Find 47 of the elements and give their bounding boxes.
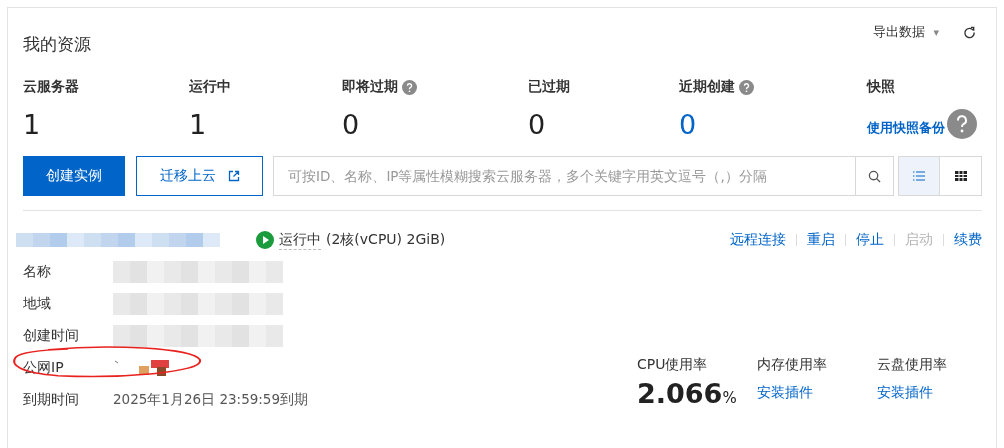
- help-icon[interactable]: [402, 79, 417, 95]
- action-link[interactable]: 续费: [954, 231, 982, 249]
- action-link[interactable]: 停止: [856, 231, 884, 249]
- detail-value: 2025年1月26日 23:59:59到期: [113, 391, 309, 409]
- stat-label: 近期创建: [679, 78, 735, 96]
- stat-label: 云服务器: [23, 78, 79, 96]
- detail-label: 地域: [23, 295, 52, 313]
- help-icon[interactable]: [739, 79, 754, 95]
- stat-value: 0: [528, 108, 546, 140]
- grid-view-button[interactable]: [940, 156, 982, 196]
- export-dropdown[interactable]: 导出数据 ▾: [873, 23, 939, 41]
- stat-label: 即将过期: [342, 78, 398, 96]
- detail-label: 公网IP: [23, 359, 65, 377]
- metric-value: 2.066%: [637, 378, 738, 409]
- running-icon: [256, 231, 274, 249]
- action-link[interactable]: 重启: [807, 231, 835, 249]
- search-icon: [868, 169, 881, 183]
- search-field[interactable]: 可按ID、名称、IP等属性模糊搜索云服务器，多个关键字用英文逗号（,）分隔: [273, 156, 856, 196]
- list-icon: [913, 171, 925, 181]
- snapshot-link[interactable]: 使用快照备份: [867, 119, 945, 137]
- stat-label: 运行中: [189, 78, 231, 96]
- install-plugin-link[interactable]: 安装插件: [877, 384, 982, 402]
- refresh-icon[interactable]: [963, 26, 976, 39]
- search-button[interactable]: [856, 156, 894, 196]
- action-link[interactable]: 远程连接: [730, 231, 786, 249]
- stat-label: 已过期: [528, 78, 570, 96]
- stat-value: 1: [23, 108, 41, 140]
- stat-label: 快照: [867, 78, 895, 96]
- metric-label: CPU使用率: [637, 356, 709, 374]
- stat-link[interactable]: 0: [679, 108, 697, 140]
- migrate-button[interactable]: 迁移上云: [136, 156, 263, 196]
- action-link: 启动: [905, 231, 933, 249]
- detail-label: 到期时间: [23, 391, 80, 409]
- external-link-icon: [227, 170, 240, 182]
- status-label: 运行中: [279, 230, 321, 250]
- metric-label: 内存使用率: [757, 356, 828, 374]
- metric-label: 云盘使用率: [877, 356, 948, 374]
- grid-icon: [954, 171, 967, 181]
- detail-label: 名称: [23, 263, 52, 281]
- stat-value: 1: [189, 108, 207, 140]
- instance-spec: (2核(vCPU) 2GiB): [326, 231, 446, 249]
- create-instance-button[interactable]: 创建实例: [23, 156, 125, 196]
- help-icon[interactable]: [947, 109, 977, 139]
- section-title: 我的资源: [23, 33, 91, 56]
- detail-label: 创建时间: [23, 327, 80, 345]
- stat-value: 0: [342, 108, 360, 140]
- install-plugin-link[interactable]: 安装插件: [757, 384, 877, 402]
